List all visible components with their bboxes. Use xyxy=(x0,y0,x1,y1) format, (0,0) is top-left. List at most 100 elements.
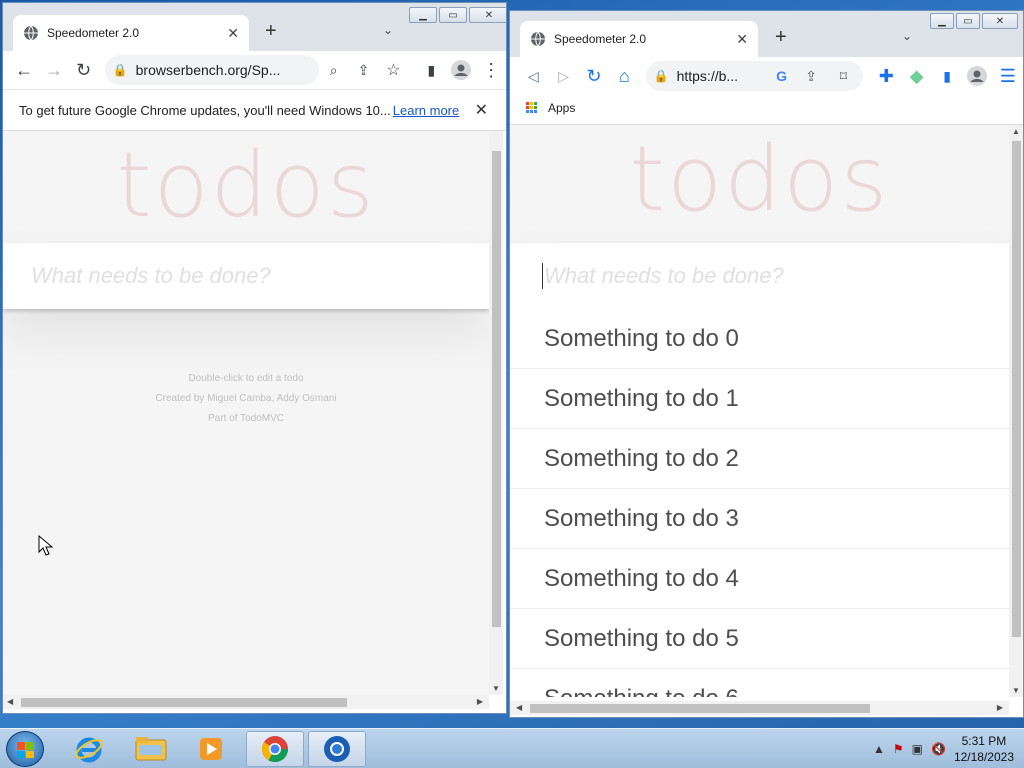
system-tray: ▲ ⚑ ▣ 🔇 5:31 PM 12/18/2023 xyxy=(873,729,1024,768)
globe-icon xyxy=(24,25,38,41)
chrome-icon xyxy=(261,736,289,763)
left-browser-window: Speedometer 2.0 ✕ + ⌄ ▁ ▭ ✕ ← → ↻ 🔒 brow… xyxy=(2,2,507,714)
infobar-close-icon[interactable]: ✕ xyxy=(475,100,488,120)
left-address-bar[interactable]: 🔒 browserbench.org/Sp... xyxy=(104,55,319,85)
back-icon[interactable]: ← xyxy=(9,54,39,86)
profile-avatar-icon[interactable] xyxy=(962,60,992,92)
footer-line-2: Created by Miguel Camba, Addy Osmani xyxy=(155,393,337,404)
menu-hamburger-icon[interactable]: ☰ xyxy=(993,60,1023,92)
right-tabstrip: Speedometer 2.0 ✕ + ⌄ ▁ ▭ ✕ xyxy=(510,11,1023,57)
todo-item[interactable]: Something to do 4 xyxy=(510,549,1009,609)
lock-icon: 🔒 xyxy=(653,69,669,83)
menu-kebab-icon[interactable]: ⋮ xyxy=(476,54,506,86)
left-tab[interactable]: Speedometer 2.0 ✕ xyxy=(13,15,249,51)
text-caret xyxy=(542,263,543,289)
extensions-puzzle-icon[interactable]: ✚ xyxy=(871,60,901,92)
left-horizontal-scrollbar[interactable]: ◀ ▶ xyxy=(3,695,489,709)
apps-bookmark[interactable]: Apps xyxy=(548,101,575,115)
update-infobar: To get future Google Chrome updates, you… xyxy=(3,89,506,131)
tab-search-chevron-icon[interactable]: ⌄ xyxy=(902,29,912,43)
left-url: browserbench.org/Sp... xyxy=(135,62,281,78)
right-toolbar: ◁ ▷ ↻ ⌂ 🔒 https://b... G ⇪ ⌑ ✚ ◆ ▮ ☰ xyxy=(510,57,1023,95)
todo-item[interactable]: Something to do 0 xyxy=(510,309,1009,369)
profile-avatar-icon[interactable] xyxy=(446,54,476,86)
taskbar-file-explorer[interactable] xyxy=(122,731,180,767)
right-horizontal-scrollbar[interactable]: ◀ ▶ xyxy=(510,701,1009,715)
minimize-button[interactable]: ▁ xyxy=(930,13,954,29)
left-vertical-scrollbar[interactable]: ▼ xyxy=(489,131,503,695)
new-todo-input[interactable]: What needs to be done? xyxy=(510,243,1009,309)
clock[interactable]: 5:31 PM 12/18/2023 xyxy=(954,733,1014,765)
side-panel-icon[interactable]: ▮ xyxy=(416,54,446,86)
todo-item[interactable]: Something to do 1 xyxy=(510,369,1009,429)
todo-item[interactable]: Something to do 5 xyxy=(510,609,1009,669)
todo-list: Something to do 0 Something to do 1 Some… xyxy=(510,309,1009,697)
volume-muted-icon[interactable]: 🔇 xyxy=(931,742,946,756)
bookmarks-bar: Apps xyxy=(510,91,1023,125)
right-tab[interactable]: Speedometer 2.0 ✕ xyxy=(520,21,758,57)
close-window-button[interactable]: ✕ xyxy=(982,13,1018,29)
clock-time: 5:31 PM xyxy=(961,734,1007,748)
media-player-icon xyxy=(200,738,222,760)
right-browser-window: Speedometer 2.0 ✕ + ⌄ ▁ ▭ ✕ ◁ ▷ ↻ ⌂ 🔒 ht… xyxy=(509,10,1024,718)
right-vertical-scrollbar[interactable]: ▲ ▼ xyxy=(1009,125,1023,697)
side-panel-icon[interactable]: ▮ xyxy=(932,60,962,92)
close-window-button[interactable]: ✕ xyxy=(469,7,506,23)
left-page: todos What needs to be done? Double-clic… xyxy=(3,131,489,695)
learn-more-link[interactable]: Learn more xyxy=(393,103,459,118)
show-hidden-icons-icon[interactable]: ▲ xyxy=(873,742,885,756)
close-tab-icon[interactable]: ✕ xyxy=(736,31,748,48)
bookmark-star-icon[interactable]: ☆ xyxy=(378,54,408,86)
google-lens-icon[interactable]: G xyxy=(776,68,787,84)
todos-heading: todos xyxy=(629,127,890,232)
back-icon[interactable]: ◁ xyxy=(518,60,548,92)
todo-item[interactable]: Something to do 2 xyxy=(510,429,1009,489)
left-toolbar: ← → ↻ 🔒 browserbench.org/Sp... ⌕ ⇪ ☆ ▮ ⋮ xyxy=(3,51,506,89)
right-page: todos What needs to be done? Something t… xyxy=(510,125,1009,697)
info-footer: Double-click to edit a todo Created by M… xyxy=(3,369,489,429)
right-address-bar[interactable]: 🔒 https://b... G ⇪ ⌑ xyxy=(645,61,864,91)
todo-item[interactable]: Something to do 3 xyxy=(510,489,1009,549)
maximize-button[interactable]: ▭ xyxy=(439,7,467,23)
forward-icon[interactable]: → xyxy=(39,54,69,86)
globe-icon xyxy=(531,31,545,47)
minimize-button[interactable]: ▁ xyxy=(409,7,437,23)
footer-line-3: Part of TodoMVC xyxy=(208,413,284,424)
new-tab-button[interactable]: + xyxy=(265,21,277,41)
maximize-button[interactable]: ▭ xyxy=(956,13,980,29)
share-icon[interactable]: ⇪ xyxy=(805,68,817,85)
windows-logo-icon xyxy=(17,742,34,758)
clock-date: 12/18/2023 xyxy=(953,750,1014,764)
left-window-controls: ▁ ▭ ✕ xyxy=(409,7,506,23)
taskbar-media-player[interactable] xyxy=(182,731,240,767)
todo-item[interactable]: Something to do 6 xyxy=(510,669,1009,698)
bookmark-icon[interactable]: ⌑ xyxy=(840,68,847,85)
home-icon[interactable]: ⌂ xyxy=(609,60,639,92)
footer-line-1: Double-click to edit a todo xyxy=(188,373,304,384)
taskbar-internet-explorer[interactable] xyxy=(60,731,118,767)
taskbar-chrome[interactable] xyxy=(246,731,304,767)
chromium-icon xyxy=(324,736,350,762)
todos-heading: todos xyxy=(116,133,376,238)
action-center-flag-icon[interactable]: ⚑ xyxy=(893,742,904,756)
right-tab-title: Speedometer 2.0 xyxy=(554,32,647,46)
tab-search-chevron-icon[interactable]: ⌄ xyxy=(383,23,393,37)
forward-icon[interactable]: ▷ xyxy=(548,60,578,92)
mouse-pointer-icon xyxy=(38,535,54,556)
apps-grid-icon xyxy=(526,101,538,114)
new-todo-input[interactable]: What needs to be done? xyxy=(3,243,489,309)
zoom-search-icon[interactable]: ⌕ xyxy=(319,54,349,86)
right-window-controls: ▁ ▭ ✕ xyxy=(930,13,1018,29)
network-icon[interactable]: ▣ xyxy=(912,742,923,756)
reload-icon[interactable]: ↻ xyxy=(579,60,609,92)
start-button[interactable] xyxy=(6,731,44,767)
extension-icon[interactable]: ◆ xyxy=(901,60,931,92)
close-tab-icon[interactable]: ✕ xyxy=(227,25,239,42)
new-tab-button[interactable]: + xyxy=(775,27,787,47)
right-url: https://b... xyxy=(676,68,739,84)
share-icon[interactable]: ⇪ xyxy=(349,54,379,86)
reload-icon[interactable]: ↻ xyxy=(69,54,99,86)
folder-icon xyxy=(135,737,167,761)
taskbar-chromium[interactable] xyxy=(308,731,366,767)
lock-icon: 🔒 xyxy=(112,63,128,77)
